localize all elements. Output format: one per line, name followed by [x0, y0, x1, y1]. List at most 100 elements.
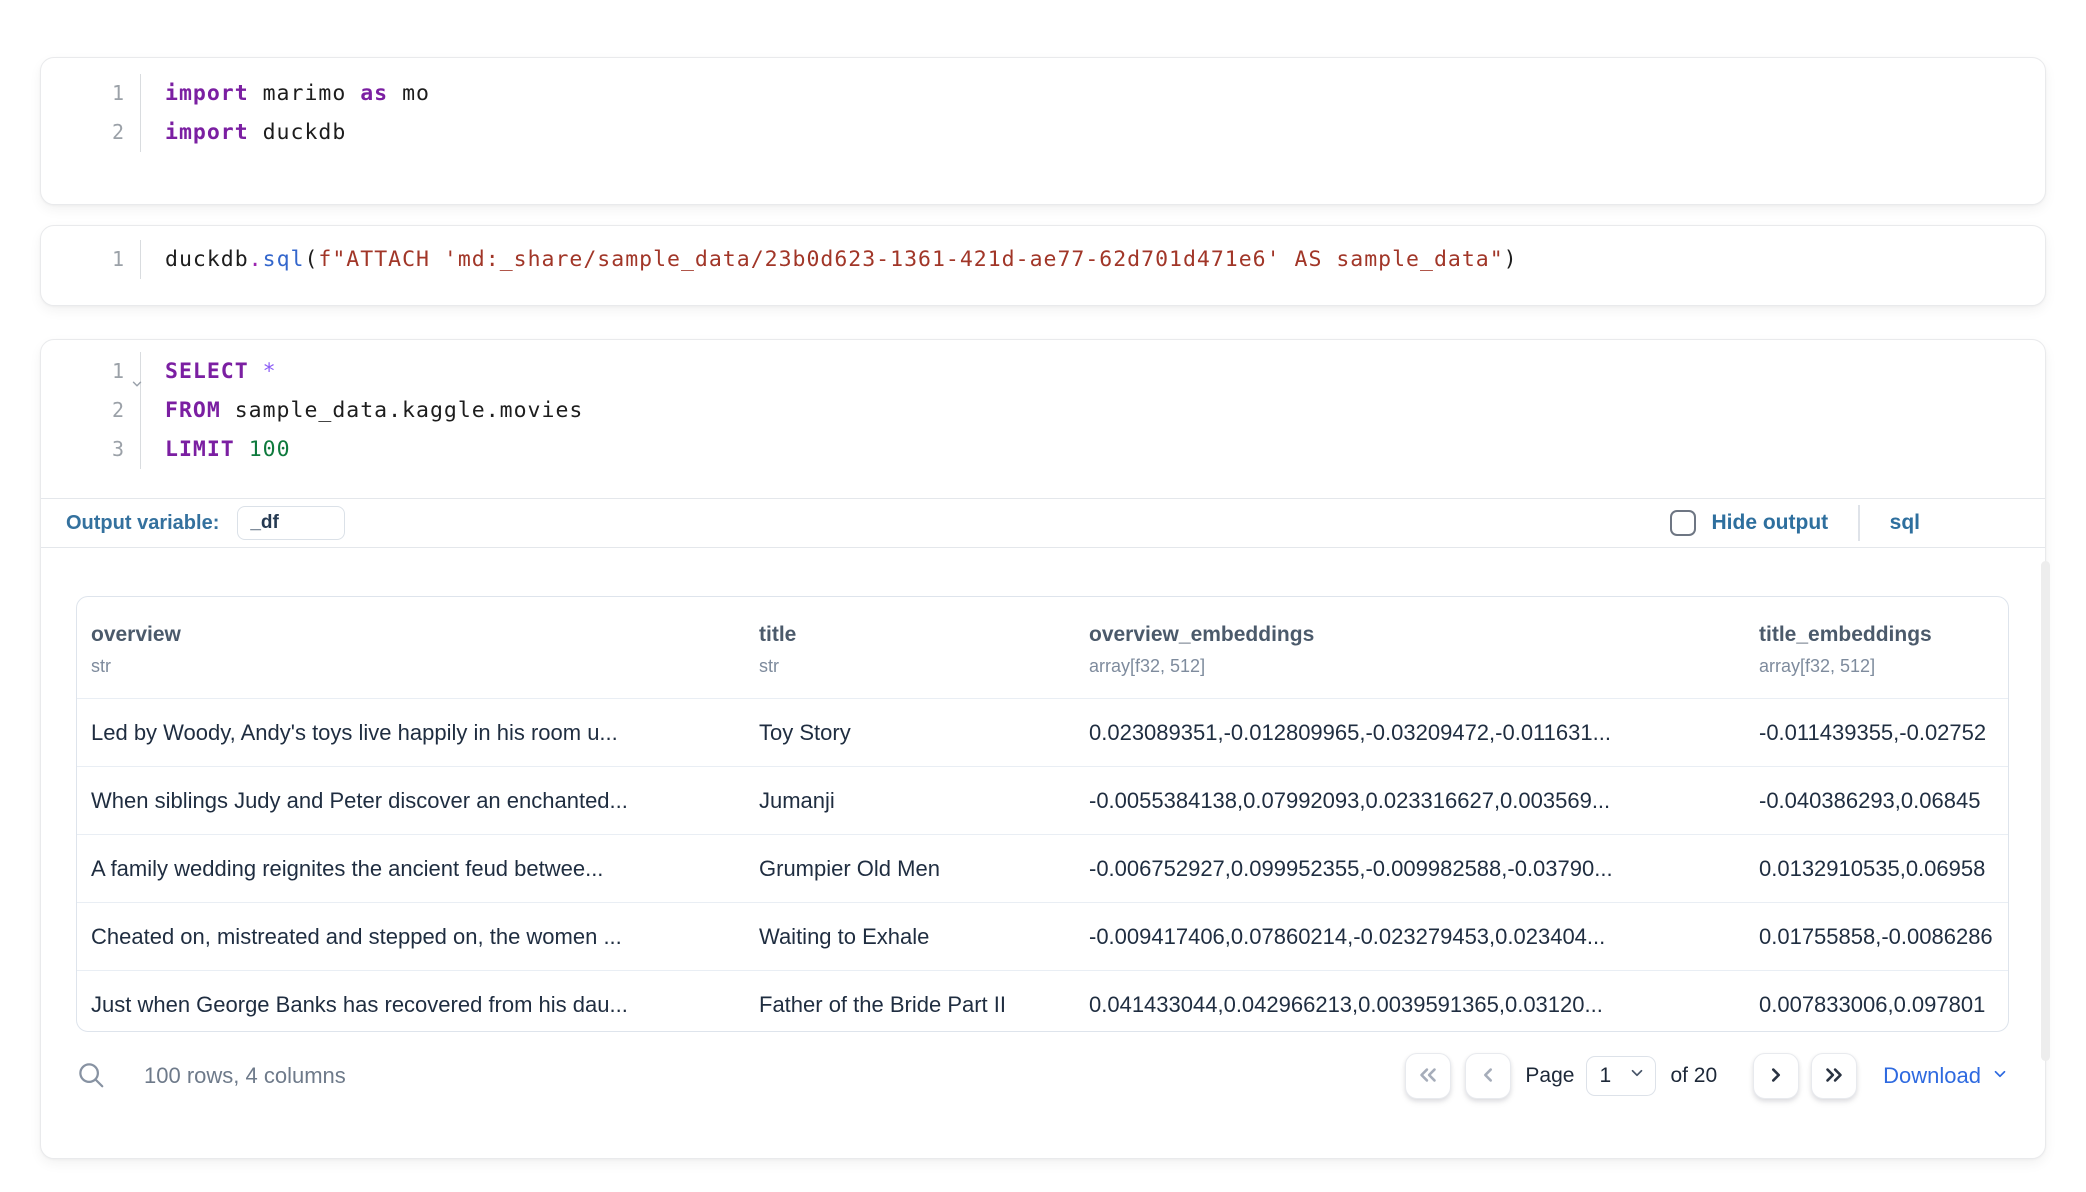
chevrons-right-icon — [1821, 1062, 1847, 1091]
chevron-left-icon — [1475, 1062, 1501, 1091]
next-page-button[interactable] — [1753, 1053, 1799, 1099]
search-button[interactable] — [76, 1060, 106, 1093]
code-area[interactable]: import marimo as mo import duckdb — [141, 74, 430, 152]
sql-cell: 1 2 3 SELECT * FROM sample_data.kaggle.m… — [40, 339, 2046, 1159]
code-token: ) — [1504, 247, 1518, 272]
cell-overview: When siblings Judy and Peter discover an… — [77, 788, 745, 814]
code-token: sample_data.kaggle.movies — [221, 398, 584, 423]
code-cell-imports: 1 2 import marimo as mo import duckdb — [40, 57, 2046, 205]
cell-title: Waiting to Exhale — [745, 924, 1075, 950]
table-row[interactable]: When siblings Judy and Peter discover an… — [77, 766, 2008, 834]
line-number-gutter: 1 — [41, 240, 141, 279]
cell-title-embeddings: 0.01755858,-0.0086286 — [1745, 924, 2008, 950]
cell-overview-embeddings: 0.041433044,0.042966213,0.0039591365,0.0… — [1075, 992, 1745, 1018]
code-token: duckdb — [165, 247, 249, 272]
cell-overview-embeddings: -0.009417406,0.07860214,-0.023279453,0.0… — [1075, 924, 1745, 950]
code-token: sql — [263, 247, 305, 272]
code-token: SELECT — [165, 359, 249, 384]
last-page-button[interactable] — [1811, 1053, 1857, 1099]
code-token: LIMIT — [165, 437, 235, 462]
cell-overview: A family wedding reignites the ancient f… — [77, 856, 745, 882]
line-number: 1 — [41, 240, 124, 279]
table-row[interactable]: Cheated on, mistreated and stepped on, t… — [77, 902, 2008, 970]
vertical-scrollbar[interactable] — [2041, 561, 2050, 1061]
column-type: str — [759, 656, 1075, 677]
table-row[interactable]: Led by Woody, Andy's toys live happily i… — [77, 698, 2008, 766]
output-variable-label: Output variable: — [66, 512, 219, 535]
column-name: title_embeddings — [1759, 623, 2008, 647]
code-line: duckdb.sql(f"ATTACH 'md:_share/sample_da… — [165, 240, 1518, 279]
page-label: Page — [1525, 1064, 1574, 1088]
cell-overview: Cheated on, mistreated and stepped on, t… — [77, 924, 745, 950]
code-token: . — [249, 247, 263, 272]
cell-overview-embeddings: -0.006752927,0.099952355,-0.009982588,-0… — [1075, 856, 1745, 882]
cell-title-embeddings: 0.0132910535,0.06958 — [1745, 856, 2008, 882]
first-page-button[interactable] — [1405, 1053, 1451, 1099]
table-row[interactable]: Just when George Banks has recovered fro… — [77, 970, 2008, 1032]
code-token: mo — [388, 81, 430, 106]
column-header-overview-embeddings[interactable]: overview_embeddings array[f32, 512] — [1075, 597, 1745, 698]
line-number: 1 — [41, 74, 124, 113]
code-token: ( — [304, 247, 318, 272]
table-row[interactable]: A family wedding reignites the ancient f… — [77, 834, 2008, 902]
pagination: Page 1 of 20 Download — [1405, 1053, 2009, 1099]
cell-title: Jumanji — [745, 788, 1075, 814]
dataframe-table: overview str title str overview_embeddin… — [76, 596, 2009, 1032]
sql-config-row: Output variable: Hide output sql — [41, 498, 2045, 548]
output-variable-input[interactable] — [237, 506, 345, 540]
line-number: 1 — [41, 352, 124, 391]
code-line: LIMIT 100 — [165, 430, 583, 469]
code-token: f"ATTACH 'md:_share/sample_data/23b0d623… — [318, 247, 1503, 272]
column-type: array[f32, 512] — [1089, 656, 1745, 677]
fold-chevron-down-icon[interactable] — [130, 365, 144, 404]
line-number: 2 — [41, 391, 124, 430]
column-header-overview[interactable]: overview str — [77, 597, 745, 698]
chevron-down-icon — [1981, 1063, 2009, 1089]
divider — [1858, 505, 1860, 541]
column-name: overview — [91, 623, 745, 647]
chevrons-left-icon — [1415, 1062, 1441, 1091]
code-token: as — [360, 81, 388, 106]
table-header-row: overview str title str overview_embeddin… — [77, 597, 2008, 698]
code-cell-attach: 1 duckdb.sql(f"ATTACH 'md:_share/sample_… — [40, 225, 2046, 306]
code-token: 100 — [249, 437, 291, 462]
code-token: import — [165, 81, 249, 106]
code-editor[interactable]: 1 duckdb.sql(f"ATTACH 'md:_share/sample_… — [41, 226, 2045, 279]
column-header-title-embeddings[interactable]: title_embeddings array[f32, 512] — [1745, 597, 2008, 698]
code-token: * — [263, 359, 277, 384]
column-type: array[f32, 512] — [1759, 656, 2008, 677]
cell-overview-embeddings: 0.023089351,-0.012809965,-0.03209472,-0.… — [1075, 720, 1745, 746]
hide-output-checkbox[interactable] — [1670, 510, 1696, 536]
search-icon — [76, 1060, 106, 1093]
code-line: import duckdb — [165, 113, 430, 152]
code-token: import — [165, 120, 249, 145]
cell-title: Grumpier Old Men — [745, 856, 1075, 882]
column-name: title — [759, 623, 1075, 647]
code-editor[interactable]: 1 2 3 SELECT * FROM sample_data.kaggle.m… — [41, 340, 2045, 498]
hide-output-label[interactable]: Hide output — [1712, 511, 1829, 535]
download-label: Download — [1883, 1063, 1981, 1089]
line-number-gutter: 1 2 — [41, 74, 141, 152]
language-toggle-sql[interactable]: sql — [1890, 511, 1920, 535]
download-menu[interactable]: Download — [1883, 1063, 2009, 1089]
cell-overview: Led by Woody, Andy's toys live happily i… — [77, 720, 745, 746]
code-line: FROM sample_data.kaggle.movies — [165, 391, 583, 430]
code-token: FROM — [165, 398, 221, 423]
column-name: overview_embeddings — [1089, 623, 1745, 647]
cell-title-embeddings: -0.040386293,0.06845 — [1745, 788, 2008, 814]
code-token: marimo — [249, 81, 361, 106]
chevron-right-icon — [1763, 1062, 1789, 1091]
page-select[interactable]: 1 — [1586, 1056, 1656, 1096]
code-line: import marimo as mo — [165, 74, 430, 113]
chevron-down-icon — [1628, 1064, 1646, 1088]
cell-title-embeddings: 0.007833006,0.097801 — [1745, 992, 2008, 1018]
cell-output: overview str title str overview_embeddin… — [41, 548, 2045, 1158]
code-editor[interactable]: 1 2 import marimo as mo import duckdb — [41, 58, 2045, 152]
code-area[interactable]: SELECT * FROM sample_data.kaggle.movies … — [141, 352, 583, 469]
code-token: duckdb — [249, 120, 347, 145]
previous-page-button[interactable] — [1465, 1053, 1511, 1099]
line-number-gutter: 1 2 3 — [41, 352, 141, 469]
column-type: str — [91, 656, 745, 677]
column-header-title[interactable]: title str — [745, 597, 1075, 698]
code-area[interactable]: duckdb.sql(f"ATTACH 'md:_share/sample_da… — [141, 240, 1518, 279]
